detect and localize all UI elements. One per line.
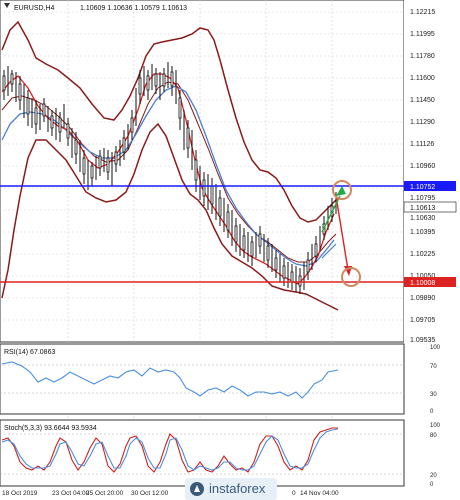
main-price-panel[interactable] — [0, 0, 405, 343]
svg-text:14 Nov 04:00: 14 Nov 04:00 — [300, 490, 339, 497]
svg-text:80: 80 — [430, 433, 437, 439]
svg-text:1.11290: 1.11290 — [410, 119, 435, 126]
svg-text:20: 20 — [430, 473, 437, 479]
svg-text:0: 0 — [292, 490, 296, 497]
svg-text:30: 30 — [430, 392, 437, 398]
chart-header: EURUSD,H4 1.10609 1.10636 1.10579 1.1061… — [4, 3, 187, 12]
svg-text:25 Oct 20:00: 25 Oct 20:00 — [86, 490, 124, 497]
svg-text:23 Oct 04:00: 23 Oct 04:00 — [52, 490, 90, 497]
support-price-label: 1.10008 — [410, 280, 435, 287]
rsi-title: RSI(14) 67.0863 — [4, 349, 55, 356]
svg-text:1.09890: 1.09890 — [410, 295, 435, 302]
svg-text:30 Oct 12:00: 30 Oct 12:00 — [131, 490, 169, 497]
instaforex-logo-icon — [190, 482, 204, 496]
instaforex-watermark: instaforex — [185, 478, 277, 500]
svg-text:1.09535: 1.09535 — [410, 337, 435, 344]
svg-text:1.11995: 1.11995 — [410, 31, 435, 38]
svg-text:100: 100 — [430, 345, 441, 351]
svg-text:1.11600: 1.11600 — [410, 75, 435, 82]
svg-text:1.10630: 1.10630 — [410, 215, 435, 222]
svg-text:1.10225: 1.10225 — [410, 251, 435, 258]
svg-text:1.12215: 1.12215 — [410, 9, 435, 16]
stoch-title: Stoch(5,3,3) 93.6644 93.5934 — [4, 425, 97, 432]
svg-text:100: 100 — [430, 423, 441, 429]
svg-text:1.10795: 1.10795 — [410, 195, 435, 202]
resistance-price-label: 1.10752 — [410, 184, 435, 191]
watermark-text: instaforex — [209, 481, 266, 496]
svg-text:70: 70 — [430, 364, 437, 370]
svg-text:1.10960: 1.10960 — [410, 163, 435, 170]
svg-text:1.11450: 1.11450 — [410, 97, 435, 104]
svg-text:1.09705: 1.09705 — [410, 317, 435, 324]
trading-chart[interactable]: EURUSD,H4 1.10609 1.10636 1.10579 1.1061… — [0, 0, 460, 500]
svg-text:1.11126: 1.11126 — [410, 141, 434, 148]
symbol-label: EURUSD,H4 — [14, 5, 55, 12]
current-price-label: 1.10613 — [410, 205, 435, 212]
time-axis-labels: 18 Oct 2019 23 Oct 04:00 25 Oct 20:00 30… — [2, 490, 339, 497]
svg-text:18 Oct 2019: 18 Oct 2019 — [2, 490, 38, 497]
svg-text:1.11780: 1.11780 — [410, 53, 435, 60]
ohlc-label: 1.10609 1.10636 1.10579 1.10613 — [80, 5, 187, 12]
svg-text:1.10395: 1.10395 — [410, 229, 435, 236]
